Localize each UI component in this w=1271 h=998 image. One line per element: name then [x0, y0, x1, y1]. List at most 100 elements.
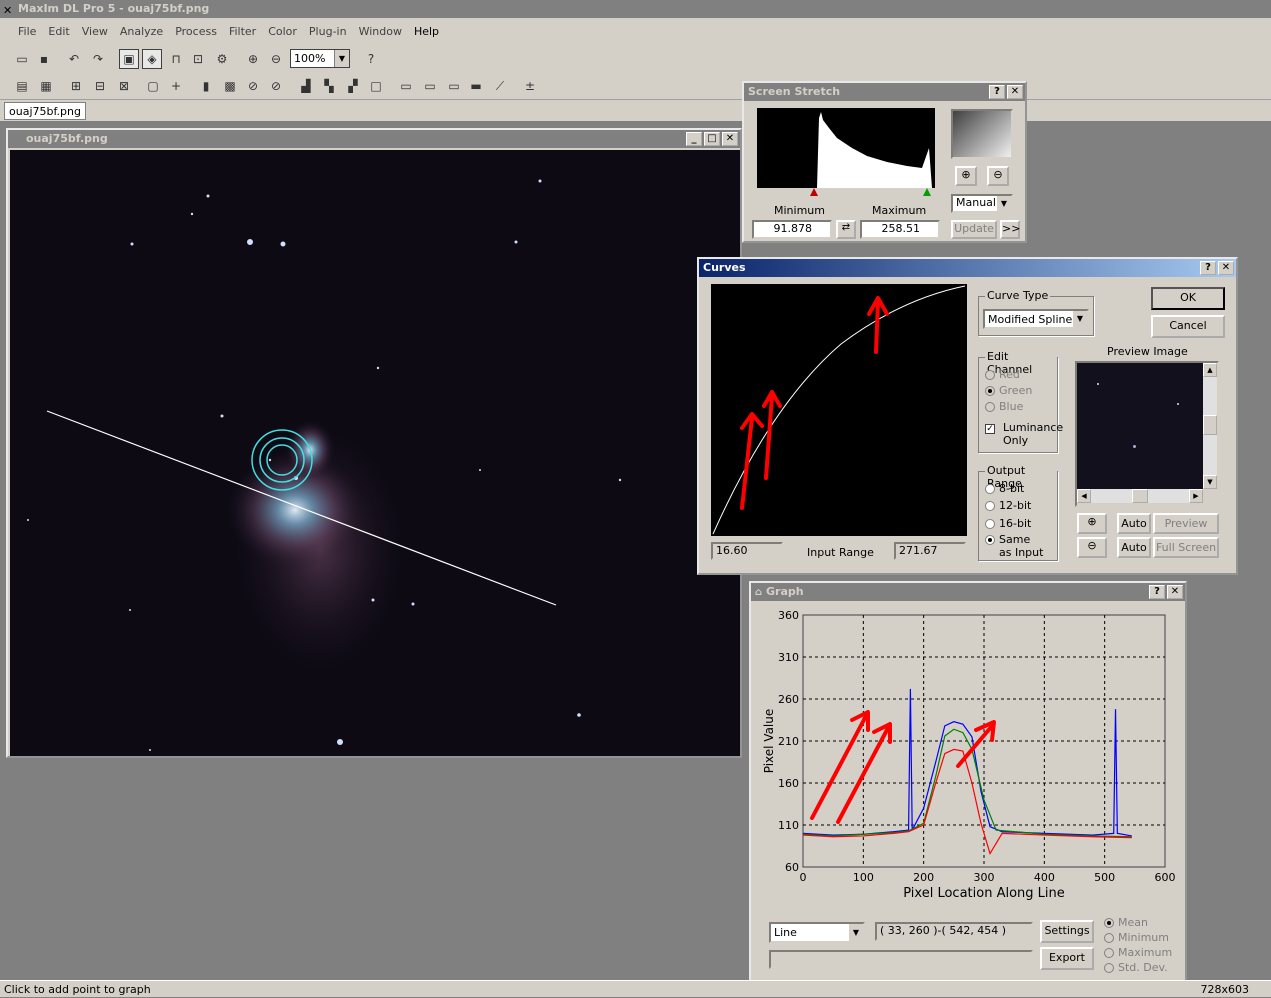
tool-icon[interactable]: ▞	[343, 76, 363, 96]
tool-icon[interactable]: ▤	[12, 76, 32, 96]
chevron-down-icon[interactable]: ▼	[997, 196, 1011, 211]
redo-icon[interactable]: ↷	[88, 49, 108, 69]
tool-icon[interactable]: ⊟	[90, 76, 110, 96]
screen-stretch-icon[interactable]: ◈	[142, 49, 162, 69]
tool-icon[interactable]: ⊘	[266, 76, 286, 96]
help-button[interactable]: ?	[1200, 261, 1216, 275]
radio-minimum[interactable]: Minimum	[1104, 931, 1169, 944]
close-button[interactable]: ✕	[722, 132, 738, 146]
curve-editor[interactable]	[711, 284, 967, 536]
tool-icon[interactable]: ▩	[220, 76, 240, 96]
tool-icon[interactable]: ⊠	[114, 76, 134, 96]
menu-view[interactable]: View	[76, 25, 114, 38]
zoom-in-icon[interactable]: ⊕	[243, 49, 263, 69]
vertical-scrollbar[interactable]: ▲ ▼	[1203, 363, 1217, 489]
image-view-icon[interactable]: ▣	[119, 49, 139, 69]
full-screen-button[interactable]: Full Screen	[1153, 537, 1219, 558]
radio-8bit[interactable]: 8-bit	[985, 482, 1024, 495]
radio-maximum[interactable]: Maximum	[1104, 946, 1172, 959]
settings-icon[interactable]: ⚙	[212, 49, 232, 69]
zoom-out-icon[interactable]: ⊖	[987, 166, 1009, 186]
tool-icon[interactable]: ▢	[143, 76, 163, 96]
menu-window[interactable]: Window	[353, 25, 408, 38]
input-max-field[interactable]: 271.67	[894, 542, 966, 560]
graph-chart[interactable]: 0 100 200 300 400 500 600 60 110 160 210 260 310 360 P…	[757, 603, 1181, 903]
tool-icon[interactable]: ▭	[420, 76, 440, 96]
radio-same-as-input[interactable]: Same as Input	[985, 533, 1043, 559]
maximize-button[interactable]: □	[704, 132, 720, 146]
horizontal-scrollbar[interactable]: ◀ ▶	[1077, 489, 1203, 503]
help-button[interactable]: ?	[1149, 585, 1165, 599]
chevron-down-icon[interactable]: ▼	[849, 924, 863, 941]
curve-type-select[interactable]: Modified Spline ▼	[983, 309, 1089, 329]
tool-icon[interactable]: ±	[520, 76, 540, 96]
chevron-down-icon[interactable]: ▼	[1073, 311, 1087, 327]
ok-button[interactable]: OK	[1151, 287, 1225, 310]
tool-icon[interactable]: ▭	[444, 76, 464, 96]
tool-icon[interactable]: ▮	[196, 76, 216, 96]
context-help-icon[interactable]: ?	[361, 49, 381, 69]
preview-button[interactable]: Preview	[1153, 513, 1219, 534]
menu-help[interactable]: Help	[408, 25, 445, 38]
tab-document[interactable]: ouaj75bf.png	[4, 102, 86, 120]
zoom-out-icon[interactable]: ⊖	[266, 49, 286, 69]
maximum-input[interactable]: 258.51	[860, 220, 940, 239]
menu-edit[interactable]: Edit	[42, 25, 75, 38]
radio-red[interactable]: Red	[985, 368, 1020, 381]
export-button[interactable]: Export	[1040, 947, 1094, 970]
settings-button[interactable]: Settings	[1040, 920, 1094, 943]
menu-filter[interactable]: Filter	[223, 25, 262, 38]
tool-icon[interactable]: ▬	[466, 76, 486, 96]
radio-mean[interactable]: Mean	[1104, 916, 1148, 929]
undo-icon[interactable]: ↶	[64, 49, 84, 69]
minimize-button[interactable]: _	[686, 132, 702, 146]
minimum-input[interactable]: 91.878	[752, 220, 832, 239]
stretch-mode-select[interactable]: Manual ▼	[951, 194, 1013, 213]
close-button[interactable]: ✕	[1167, 585, 1183, 599]
luminance-checkbox[interactable]: ✓	[985, 424, 995, 434]
more-button[interactable]: >>	[1000, 220, 1020, 239]
plus-icon[interactable]: +	[166, 76, 186, 96]
menu-plugin[interactable]: Plug-in	[303, 25, 353, 38]
preview-image-panel[interactable]: ▲ ▼ ◀ ▶	[1075, 361, 1219, 507]
swap-icon[interactable]: ⇄	[836, 220, 856, 239]
menu-file[interactable]: File	[12, 25, 42, 38]
auto-button-1[interactable]: Auto	[1117, 513, 1151, 534]
tool-icon[interactable]: ⊞	[66, 76, 86, 96]
zoom-out-icon[interactable]: ⊖	[1077, 537, 1107, 558]
info-icon[interactable]: ⊡	[188, 49, 208, 69]
astro-image[interactable]	[10, 150, 740, 756]
radio-blue[interactable]: Blue	[985, 400, 1023, 413]
radio-std-dev[interactable]: Std. Dev.	[1104, 961, 1168, 974]
tool-icon[interactable]: ⟋	[490, 76, 510, 96]
radio-12bit[interactable]: 12-bit	[985, 499, 1031, 512]
close-button[interactable]: ✕	[1007, 85, 1023, 99]
close-button[interactable]: ✕	[1218, 261, 1234, 275]
radio-green[interactable]: Green	[985, 384, 1032, 397]
graph-tool-icon[interactable]: ⊓	[166, 49, 186, 69]
tool-icon[interactable]: □	[366, 76, 386, 96]
tool-icon[interactable]: ▚	[319, 76, 339, 96]
histogram[interactable]	[757, 108, 935, 196]
input-min-field[interactable]: 16.60	[711, 542, 783, 560]
zoom-in-icon[interactable]: ⊕	[955, 166, 977, 186]
zoom-in-icon[interactable]: ⊕	[1077, 513, 1107, 534]
tool-icon[interactable]: ▦	[36, 76, 56, 96]
open-icon[interactable]: ▭	[12, 49, 32, 69]
chevron-down-icon[interactable]: ▼	[334, 50, 349, 67]
cancel-button[interactable]: Cancel	[1151, 315, 1225, 338]
menu-color[interactable]: Color	[262, 25, 303, 38]
radio-16bit[interactable]: 16-bit	[985, 517, 1031, 530]
update-button[interactable]: Update	[951, 220, 997, 239]
tool-icon[interactable]: ▭	[396, 76, 416, 96]
tool-icon[interactable]: ⊘	[243, 76, 263, 96]
auto-button-2[interactable]: Auto	[1117, 537, 1151, 558]
menu-process[interactable]: Process	[169, 25, 223, 38]
x-tick-label: 500	[1094, 871, 1115, 884]
graph-mode-select[interactable]: Line ▼	[769, 922, 865, 943]
save-icon[interactable]: ▪	[34, 49, 54, 69]
menu-analyze[interactable]: Analyze	[114, 25, 169, 38]
tool-icon[interactable]: ▟	[296, 76, 316, 96]
zoom-select[interactable]: 100% ▼	[290, 49, 350, 68]
help-button[interactable]: ?	[989, 85, 1005, 99]
